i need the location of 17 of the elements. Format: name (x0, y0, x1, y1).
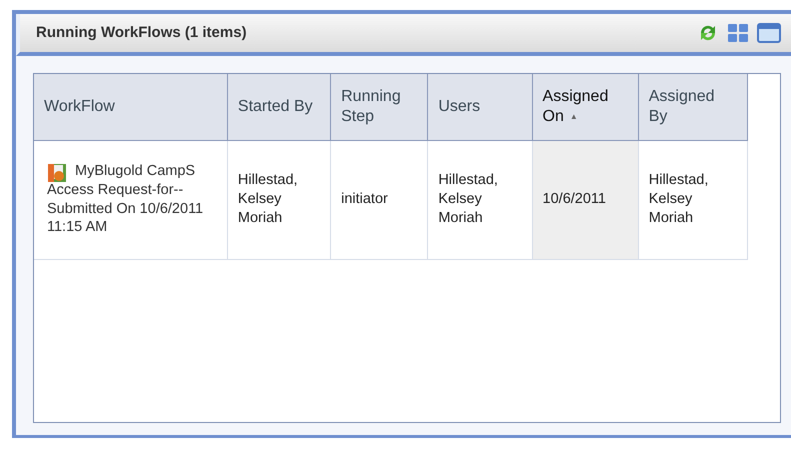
workflow-name[interactable]: MyBlugold CampS Access Request-for--Submitted On 10/6/2011 11:15 AM (47, 162, 221, 238)
window-icon[interactable] (757, 23, 781, 43)
table-cell: Hillestad, Kelsey Moriah (438, 172, 498, 226)
table-cell: Hillestad, Kelsey Moriah (648, 172, 708, 226)
workflow-document-icon (47, 162, 67, 183)
column-header[interactable]: Assigned By (638, 74, 748, 140)
table-cell: 10/6/2011 (542, 191, 606, 208)
column-header[interactable]: Assigned On ▲ (532, 74, 638, 140)
panel-title: Running WorkFlows (1 items) (36, 22, 247, 43)
column-header[interactable]: Users (428, 74, 532, 140)
sort-arrow-icon[interactable]: ▲ (570, 112, 578, 121)
table-cell: Hillestad, Kelsey Moriah (238, 172, 298, 226)
column-header[interactable]: Started By (227, 74, 331, 140)
table-cell: initiator (341, 191, 388, 208)
grid-layout-icon[interactable] (727, 23, 749, 43)
column-header[interactable]: WorkFlow (34, 74, 228, 140)
column-header[interactable]: Running Step (330, 74, 428, 140)
